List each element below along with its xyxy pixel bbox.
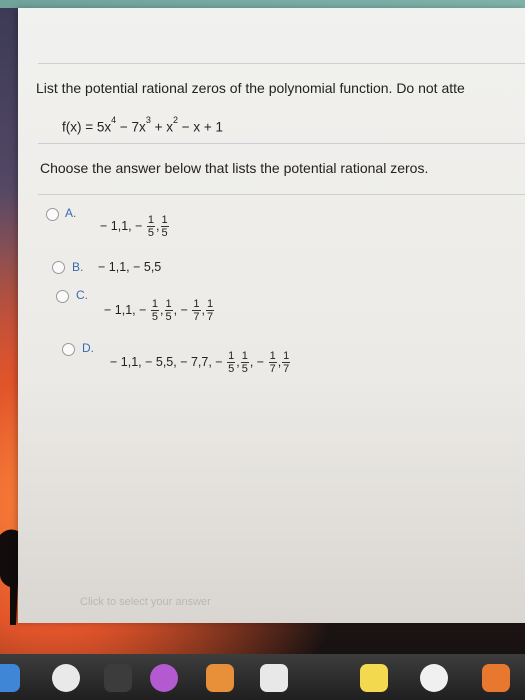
polynomial-formula: f(x) = 5x4 − 7x3 + x2 − x + 1 [62, 115, 224, 135]
news-icon[interactable] [260, 664, 288, 692]
finder-icon[interactable] [0, 664, 20, 692]
prompt-divider [38, 194, 525, 195]
option-a-text[interactable]: − 1,1, − 15,15 [100, 214, 170, 239]
answer-prompt: Choose the answer below that lists the p… [40, 160, 429, 176]
formula-divider [38, 143, 525, 144]
option-b-text[interactable]: − 1,1, − 5,5 [98, 260, 161, 274]
option-d-text[interactable]: − 1,1, − 5,5, − 7,7, − 15,15, − 17,17 [110, 350, 291, 375]
option-c-text[interactable]: − 1,1, − 15,15, − 17,17 [104, 298, 215, 323]
browser-top-strip [0, 0, 525, 8]
option-c-radio[interactable] [56, 290, 69, 303]
ibooks-icon[interactable] [482, 664, 510, 692]
option-d-radio[interactable] [62, 343, 75, 356]
notes-icon[interactable] [360, 664, 388, 692]
photos-icon[interactable] [420, 664, 448, 692]
dock [0, 654, 525, 700]
option-a-radio[interactable] [46, 208, 59, 221]
chrome-icon[interactable] [52, 664, 80, 692]
photo-app-icon[interactable] [206, 664, 234, 692]
question-page [18, 8, 525, 623]
option-a-letter: A. [65, 206, 77, 220]
top-divider [38, 63, 525, 64]
option-c-letter: C. [76, 288, 88, 302]
option-b-letter: B. [72, 260, 84, 274]
launchpad-icon[interactable] [104, 664, 132, 692]
click-hint: Click to select your answer [80, 596, 211, 608]
podcasts-icon[interactable] [150, 664, 178, 692]
option-b-radio[interactable] [52, 261, 65, 274]
option-d-letter: D. [82, 341, 94, 355]
question-text: List the potential rational zeros of the… [36, 80, 465, 96]
